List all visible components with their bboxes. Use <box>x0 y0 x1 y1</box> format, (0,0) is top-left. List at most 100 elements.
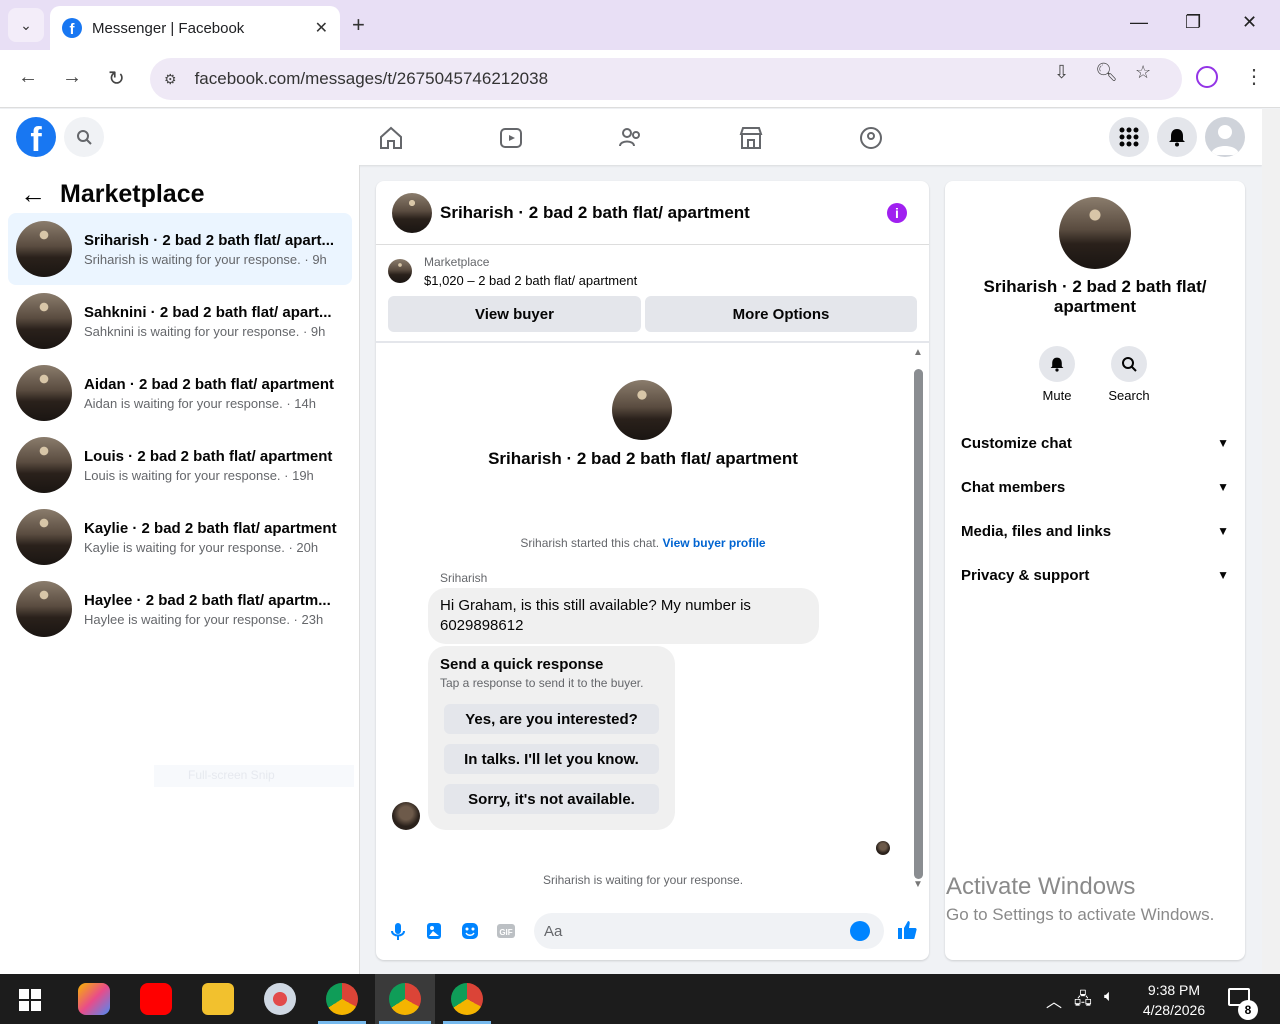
conversation-status: Louis is waiting for your response. · 19… <box>84 467 314 483</box>
youtube-icon[interactable] <box>140 983 172 1015</box>
close-window-button[interactable]: ✕ <box>1242 12 1257 33</box>
media-files-links-section[interactable]: Media, files and links ▼ <box>961 519 1229 543</box>
browser-profile-icon[interactable] <box>1196 66 1218 88</box>
sticker-icon[interactable] <box>460 921 480 941</box>
mute-button[interactable]: Mute <box>1027 346 1087 403</box>
account-avatar[interactable] <box>1205 117 1245 157</box>
restore-button[interactable]: ❐ <box>1185 12 1201 33</box>
facebook-logo-icon[interactable]: f <box>16 117 56 157</box>
conversation-item-haylee[interactable]: Haylee · 2 bad 2 bath flat/ apartm... Hay… <box>8 573 352 645</box>
bookmark-star-icon[interactable]: ☆ <box>1135 62 1151 83</box>
chat-title[interactable]: Sriharish · 2 bad 2 bath flat/ apartment <box>440 203 750 223</box>
chat-scrollbar[interactable]: ▲ ▼ <box>912 347 926 891</box>
view-buyer-profile-link[interactable]: View buyer profile <box>662 536 765 550</box>
forward-button[interactable]: → <box>62 66 82 89</box>
chat-members-section[interactable]: Chat members ▼ <box>961 475 1229 499</box>
home-icon[interactable] <box>378 125 404 151</box>
chrome-profile-icon[interactable] <box>389 983 421 1015</box>
message-bubble: Hi Graham, is this still available? My n… <box>428 588 819 644</box>
info-icon[interactable]: i <box>887 203 907 223</box>
bell-icon <box>1050 357 1064 372</box>
chrome-icon[interactable] <box>326 983 358 1015</box>
browser-menu-icon[interactable]: ⋮ <box>1244 64 1264 89</box>
search-label: Search <box>1108 388 1150 403</box>
message-placeholder: Aa <box>544 922 563 940</box>
conversation-item-kaylie[interactable]: Kaylie · 2 bad 2 bath flat/ apartment Kay… <box>8 501 352 573</box>
chevron-down-icon: ▼ <box>1217 524 1229 538</box>
gif-icon[interactable]: GIF <box>496 921 516 941</box>
windows-taskbar: ︿ 🖧 🔈︎ 9:38 PM 4/28/2026 8 <box>0 974 1280 1024</box>
copilot-icon[interactable] <box>78 983 110 1015</box>
listing-thumbnail <box>16 509 72 565</box>
back-button[interactable]: ← <box>18 66 38 89</box>
notifications-button[interactable] <box>1157 117 1197 157</box>
message-composer: GIF Aa <box>376 909 929 953</box>
intro-title: Sriharish · 2 bad 2 bath flat/ apartment <box>488 449 798 468</box>
waiting-notice: Sriharish is waiting for your response. <box>542 873 744 887</box>
quick-reply-button[interactable]: Sorry, it's not available. <box>444 784 659 814</box>
scroll-down-icon[interactable]: ▼ <box>913 879 923 890</box>
privacy-support-section[interactable]: Privacy & support ▼ <box>961 563 1229 587</box>
browser-tab[interactable]: f Messenger | Facebook ✕ <box>50 6 340 50</box>
scroll-thumb[interactable] <box>914 369 923 879</box>
listing-thumbnail <box>388 259 412 283</box>
chat-avatar[interactable] <box>392 192 432 233</box>
emoji-icon[interactable] <box>850 921 870 941</box>
minimize-button[interactable]: — <box>1130 12 1148 33</box>
install-app-icon[interactable]: ⇩ <box>1054 62 1069 83</box>
windows-start-icon[interactable] <box>19 989 41 1011</box>
chrome-icon[interactable] <box>451 983 483 1015</box>
snipping-tool-icon[interactable] <box>264 983 296 1015</box>
file-explorer-icon[interactable] <box>202 983 234 1015</box>
section-label: Media, files and links <box>961 522 1112 540</box>
view-buyer-button[interactable]: View buyer <box>388 296 641 332</box>
clock[interactable]: 9:38 PM 4/28/2026 <box>1134 980 1214 1020</box>
volume-icon[interactable]: 🔈︎ <box>1104 988 1114 1006</box>
page-scrollbar[interactable] <box>1262 109 1280 974</box>
conversation-item-sriharish[interactable]: Sriharish · 2 bad 2 bath flat/ apart... S… <box>8 213 352 285</box>
thumbs-up-icon[interactable] <box>896 919 918 941</box>
friends-icon[interactable] <box>618 125 644 151</box>
chat-header: Sriharish · 2 bad 2 bath flat/ apartment… <box>376 181 929 245</box>
message-input[interactable]: Aa <box>534 913 884 949</box>
site-info-icon[interactable]: ⚙ <box>164 71 177 88</box>
photo-icon[interactable] <box>424 921 444 941</box>
chevron-down-icon: ▼ <box>1217 436 1229 450</box>
groups-icon[interactable] <box>858 125 884 151</box>
microphone-icon[interactable] <box>388 921 408 941</box>
video-icon[interactable] <box>498 125 524 151</box>
show-hidden-icons-icon[interactable]: ︿ <box>1046 988 1062 1012</box>
new-tab-button[interactable]: + <box>352 12 365 38</box>
search-button[interactable] <box>64 117 104 157</box>
address-bar[interactable]: ⚙ facebook.com/messages/t/26750457462120… <box>150 58 1182 100</box>
conversation-status: Sahknini is waiting for your response. ·… <box>84 323 326 339</box>
marketplace-icon[interactable] <box>738 125 764 151</box>
conversation-item-aidan[interactable]: Aidan · 2 bad 2 bath flat/ apartment Aida… <box>8 357 352 429</box>
more-options-button[interactable]: More Options <box>645 296 917 332</box>
browser-tabbar: ⌄ f Messenger | Facebook ✕ + — ❐ ✕ <box>0 0 1280 50</box>
marketplace-label: Marketplace <box>424 255 490 269</box>
details-title: Sriharish · 2 bad 2 bath flat/ apartment <box>983 277 1207 316</box>
customize-chat-section[interactable]: Customize chat ▼ <box>961 431 1229 455</box>
quick-reply-button[interactable]: In talks. I'll let you know. <box>444 744 659 774</box>
conversation-item-sahknini[interactable]: Sahknini · 2 bad 2 bath flat/ apart... Sa… <box>8 285 352 357</box>
url-text: facebook.com/messages/t/2675045746212038 <box>194 69 549 88</box>
back-arrow-icon[interactable]: ← <box>20 179 46 210</box>
menu-grid-button[interactable] <box>1109 117 1149 157</box>
tab-title: Messenger | Facebook <box>92 19 245 37</box>
svg-text:GIF: GIF <box>499 928 512 937</box>
scroll-up-icon[interactable]: ▲ <box>913 347 923 358</box>
reload-button[interactable]: ↻ <box>108 66 125 91</box>
divider <box>376 341 929 343</box>
listing-title[interactable]: $1,020 – 2 bad 2 bath flat/ apartment <box>424 273 637 288</box>
listing-thumbnail <box>16 293 72 349</box>
started-text: Sriharish started this chat. <box>520 536 660 550</box>
close-tab-icon[interactable]: ✕ <box>315 18 328 38</box>
chevron-down-icon: ▼ <box>1217 480 1229 494</box>
network-icon[interactable]: 🖧 <box>1074 988 1092 1015</box>
tab-search-button[interactable]: ⌄ <box>8 8 44 42</box>
quick-reply-button[interactable]: Yes, are you interested? <box>444 704 659 734</box>
zoom-icon[interactable]: 🔍︎ <box>1095 62 1118 83</box>
conversation-item-louis[interactable]: Louis · 2 bad 2 bath flat/ apartment Loui… <box>8 429 352 501</box>
search-in-chat-button[interactable]: Search <box>1099 346 1159 403</box>
